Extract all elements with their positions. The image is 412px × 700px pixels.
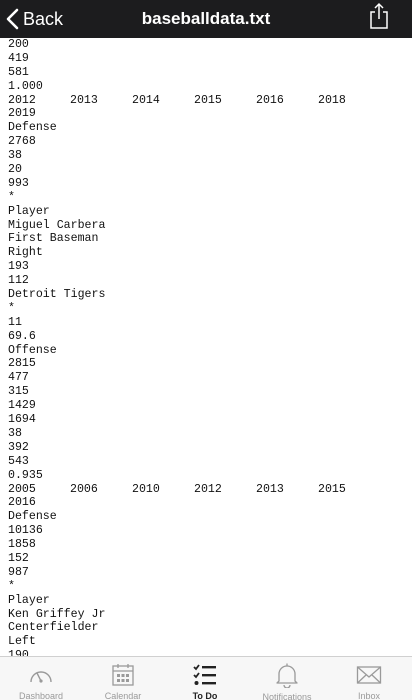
year-value: 2010 [132, 482, 160, 496]
tab-todo[interactable]: To Do [164, 657, 246, 700]
file-line: 200 [8, 38, 29, 51]
file-line: Ken Griffey Jr [8, 607, 106, 621]
bell-icon [275, 662, 299, 688]
checklist-icon [192, 662, 218, 687]
year-value: 2013 [70, 93, 98, 107]
file-line: Left [8, 635, 36, 649]
file-line: Defense [8, 121, 57, 135]
back-button[interactable]: Back [6, 0, 63, 38]
file-line: 2016 [8, 496, 36, 510]
year-value: 2012 [8, 93, 36, 107]
file-line: 1858 [8, 538, 36, 552]
tab-todo-label: To Do [192, 691, 218, 700]
file-line: 69.6 [8, 329, 36, 343]
file-line: Player [8, 204, 50, 218]
file-line: 1694 [8, 413, 36, 427]
file-line: 392 [8, 440, 29, 454]
file-line: First Baseman [8, 232, 99, 246]
year-value: 2014 [132, 93, 160, 107]
file-line: 38 [8, 149, 22, 163]
tab-bar: Dashboard Calendar To Do Notifications I… [0, 656, 412, 700]
file-line: 2019 [8, 107, 36, 121]
year-value: 2006 [70, 482, 98, 496]
file-line: 543 [8, 454, 29, 468]
file-line-years: 2012 2013 2014 2015 2016 2018 [8, 94, 412, 108]
year-value: 2012 [194, 482, 222, 496]
file-line: 11 [8, 315, 22, 329]
file-line: 581 [8, 65, 29, 79]
file-line: 993 [8, 176, 29, 190]
year-value: 2015 [194, 93, 222, 107]
file-line: 190 [8, 649, 29, 656]
file-line: 2768 [8, 135, 36, 149]
file-line: 193 [8, 260, 29, 274]
file-line: 152 [8, 551, 29, 565]
file-line: * [8, 579, 15, 593]
year-value: 2005 [8, 482, 36, 496]
file-content[interactable]: 200 419 581 1.000 2012 2013 2014 2015 2016 2018 20… [0, 38, 412, 656]
year-value: 2016 [256, 93, 284, 107]
share-icon [369, 2, 389, 35]
file-line: Defense [8, 510, 57, 524]
tab-notifications[interactable]: Notifications [246, 657, 328, 700]
file-line: 1.000 [8, 79, 43, 93]
file-line: Right [8, 246, 43, 260]
file-line: Centerfielder [8, 621, 99, 635]
file-line: 987 [8, 565, 29, 579]
file-line: * [8, 301, 15, 315]
calendar-icon [111, 662, 135, 687]
file-line: 315 [8, 385, 29, 399]
file-line: 38 [8, 426, 22, 440]
file-line: 10136 [8, 524, 43, 538]
year-value: 2018 [318, 93, 346, 107]
year-value: 2013 [256, 482, 284, 496]
file-line: 0.935 [8, 468, 43, 482]
tab-notifications-label: Notifications [262, 692, 312, 700]
file-line: Detroit Tigers [8, 288, 106, 302]
file-line: 1429 [8, 399, 36, 413]
tab-calendar[interactable]: Calendar [82, 657, 164, 700]
back-label: Back [23, 8, 64, 29]
file-line: 2815 [8, 357, 36, 371]
file-line: 20 [8, 163, 22, 177]
file-line: Offense [8, 343, 57, 357]
share-button[interactable] [368, 2, 390, 35]
file-line: 112 [8, 274, 29, 288]
file-line: Player [8, 593, 50, 607]
tab-calendar-label: Calendar [104, 691, 142, 700]
year-value: 2015 [318, 482, 346, 496]
file-line: Miguel Carbera [8, 218, 106, 232]
gauge-icon [28, 662, 54, 687]
chevron-left-icon [6, 8, 19, 30]
tab-dashboard-label: Dashboard [18, 691, 64, 700]
envelope-icon [356, 662, 382, 687]
file-line-years: 2005 2006 2010 2012 2013 2015 [8, 483, 412, 497]
tab-inbox-label: Inbox [357, 691, 381, 700]
navigation-bar: Back baseballdata.txt [0, 0, 412, 38]
tab-inbox[interactable]: Inbox [328, 657, 410, 700]
file-line: 477 [8, 371, 29, 385]
tab-dashboard[interactable]: Dashboard [0, 657, 82, 700]
file-line: 419 [8, 51, 29, 65]
file-line: * [8, 190, 15, 204]
